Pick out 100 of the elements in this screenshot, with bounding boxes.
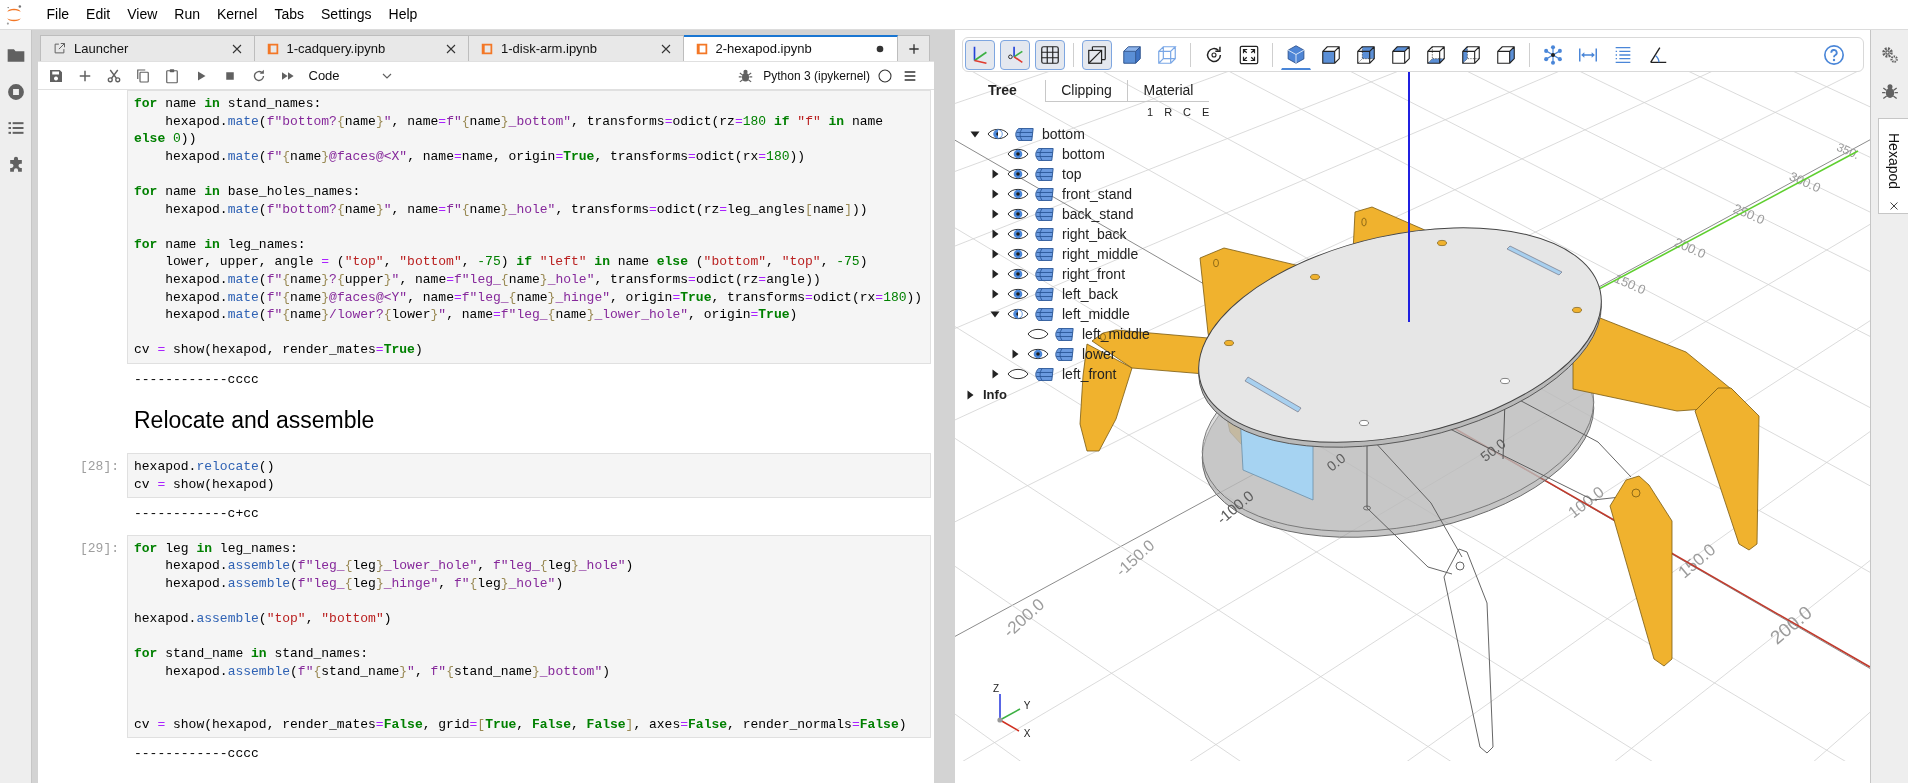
tree-node-label[interactable]: top [1062, 164, 1082, 184]
mesh-icon[interactable] [1033, 266, 1055, 282]
menu-item[interactable]: View [118, 0, 166, 29]
origin-axes-icon[interactable] [1000, 39, 1030, 70]
kernel-name[interactable]: Python 3 (ipykernel) [763, 66, 870, 85]
tree-node-label[interactable]: right_back [1062, 224, 1127, 244]
sidebar-tab[interactable]: Hexapod [1878, 118, 1908, 214]
tree-tab[interactable]: Clipping [1045, 80, 1127, 102]
caret-right-icon[interactable] [990, 229, 1000, 239]
code-line: for name in base_holes_names: [134, 182, 362, 201]
mesh-icon[interactable] [1033, 226, 1055, 242]
cell-type-dropdown[interactable]: Code [308, 65, 395, 86]
menu-item[interactable]: Run [165, 0, 209, 29]
tree-node-label[interactable]: bottom [1042, 124, 1085, 144]
empty-eye-icon[interactable] [1027, 327, 1049, 341]
code-editor[interactable] [127, 534, 931, 739]
menu-item[interactable]: Help [380, 0, 426, 29]
code-line: hexapod.assemble("top", "bottom") [134, 610, 393, 628]
mesh-icon[interactable] [1053, 346, 1075, 362]
eye-icon[interactable] [1007, 187, 1029, 201]
mesh-icon[interactable] [1033, 246, 1055, 262]
half-eye-icon[interactable] [987, 127, 1009, 141]
mesh-icon[interactable] [1033, 366, 1055, 382]
empty-eye-icon[interactable] [1007, 367, 1029, 381]
gears-icon[interactable] [1879, 45, 1900, 65]
code-line: hexapod.relocate() [134, 458, 276, 476]
caret-right-icon[interactable] [990, 189, 1000, 199]
code-line: hexapod.mate(f"{name}@faces@<X", name=name, origin=True, transforms=odict(rx=180)) [164, 147, 807, 166]
eye-icon[interactable] [1007, 287, 1029, 301]
mesh-icon[interactable] [1033, 186, 1055, 202]
caret-right-icon[interactable] [965, 390, 975, 400]
add-tab-button[interactable] [898, 35, 930, 61]
eye-icon[interactable] [1027, 347, 1049, 361]
eye-icon[interactable] [1007, 227, 1029, 241]
clipboard-icon[interactable] [163, 66, 181, 85]
half-eye-icon[interactable] [1007, 307, 1029, 321]
mesh-icon[interactable] [1013, 126, 1035, 142]
bug-icon[interactable] [1879, 81, 1900, 101]
caret-down-icon[interactable] [990, 309, 1000, 319]
eye-icon[interactable] [1007, 267, 1029, 281]
notebook-tab[interactable]: Launcher [40, 35, 255, 61]
tree-node-label[interactable]: back_stand [1062, 204, 1134, 224]
tree-level-button[interactable]: C [1183, 102, 1192, 122]
eye-icon[interactable] [1007, 247, 1029, 261]
tree-level-button[interactable]: R [1164, 102, 1173, 122]
info-section-label[interactable]: Info [983, 385, 1007, 405]
notebook-tab[interactable]: 1-cadquery.ipynb [254, 35, 469, 61]
logo-icon[interactable] [5, 3, 23, 26]
mesh-icon[interactable] [1033, 286, 1055, 302]
notebook-tab[interactable]: 1-disk-arm.ipynb [469, 35, 684, 61]
copy-icon[interactable] [134, 66, 152, 85]
grid-label: 0.0 [1323, 449, 1349, 475]
tree-node-label[interactable]: right_front [1062, 264, 1126, 284]
caret-right-icon[interactable] [990, 169, 1000, 179]
execution-count: [28]: [80, 459, 119, 475]
eye-icon[interactable] [1007, 207, 1029, 221]
code-line: hexapod.mate(f"{name}?{upper}", name=f"leg_{name}_hole", transforms=odict(rz=angle)) [164, 270, 822, 289]
tree-node-label[interactable]: left_middle [1062, 304, 1130, 324]
caret-right-icon[interactable] [990, 209, 1000, 219]
caret-right-icon[interactable] [1010, 349, 1020, 359]
grid-icon[interactable] [1035, 39, 1065, 70]
menu-item[interactable]: Tabs [265, 0, 313, 29]
code-line: hexapod.mate(f"bottom?{name}", name=f"{name}_bottom", transforms=odict(rz=180 if "f" in name [164, 112, 885, 131]
code-editor[interactable] [127, 90, 931, 364]
menu-item[interactable]: Kernel [208, 0, 266, 29]
caret-down-icon[interactable] [970, 129, 980, 139]
tree-tab[interactable]: Tree [960, 80, 1045, 102]
tree-node-label[interactable]: front_stand [1062, 184, 1133, 204]
tree-node-label[interactable]: left_back [1062, 284, 1119, 304]
code-line: hexapod.assemble(f"leg_{leg}_lower_hole", f"leg_{leg}_hole") [164, 557, 635, 576]
caret-right-icon[interactable] [990, 369, 1000, 379]
mesh-icon[interactable] [1033, 146, 1055, 162]
code-editor[interactable]: hexapod.relocate() cv = show(hexapod) [127, 453, 931, 499]
tree-level-button[interactable]: 1 [1147, 102, 1154, 122]
mesh-icon[interactable] [1033, 166, 1055, 182]
caret-right-icon[interactable] [990, 249, 1000, 259]
tree-tab[interactable]: Material [1127, 80, 1209, 102]
eye-icon[interactable] [1007, 147, 1029, 161]
grid-label: 300.0 [1787, 168, 1823, 196]
notebook-tab[interactable]: 2-hexapod.ipynb [683, 35, 898, 61]
tree-node-label[interactable]: right_middle [1062, 244, 1139, 264]
menu-item[interactable]: Edit [77, 0, 119, 29]
markdown-heading: Relocate and assemble [134, 406, 376, 435]
bug-icon[interactable] [737, 67, 755, 84]
mesh-icon[interactable] [1033, 306, 1055, 322]
perspective-icon[interactable] [1082, 39, 1112, 70]
mesh-icon[interactable] [1053, 326, 1075, 342]
cell-output: ------------cccc [134, 370, 259, 389]
code-line: else 0)) [134, 130, 198, 148]
caret-right-icon[interactable] [990, 269, 1000, 279]
code-line: hexapod.assemble(f"leg_{leg}_hinge", f"{leg}_hole") [164, 575, 565, 593]
eye-icon[interactable] [1007, 167, 1029, 181]
caret-right-icon[interactable] [990, 289, 1000, 299]
menu-item[interactable]: File [38, 0, 78, 29]
mesh-icon[interactable] [1033, 206, 1055, 222]
tree-level-button[interactable]: E [1202, 102, 1210, 122]
tree-node-label[interactable]: bottom [1062, 144, 1105, 164]
axes-icon[interactable] [965, 39, 995, 70]
menu-item[interactable]: Settings [312, 0, 381, 29]
code-line: lower, upper, angle = ("top", "bottom", -75) if "left" in name else ("bottom", "top", -75) [164, 253, 869, 271]
